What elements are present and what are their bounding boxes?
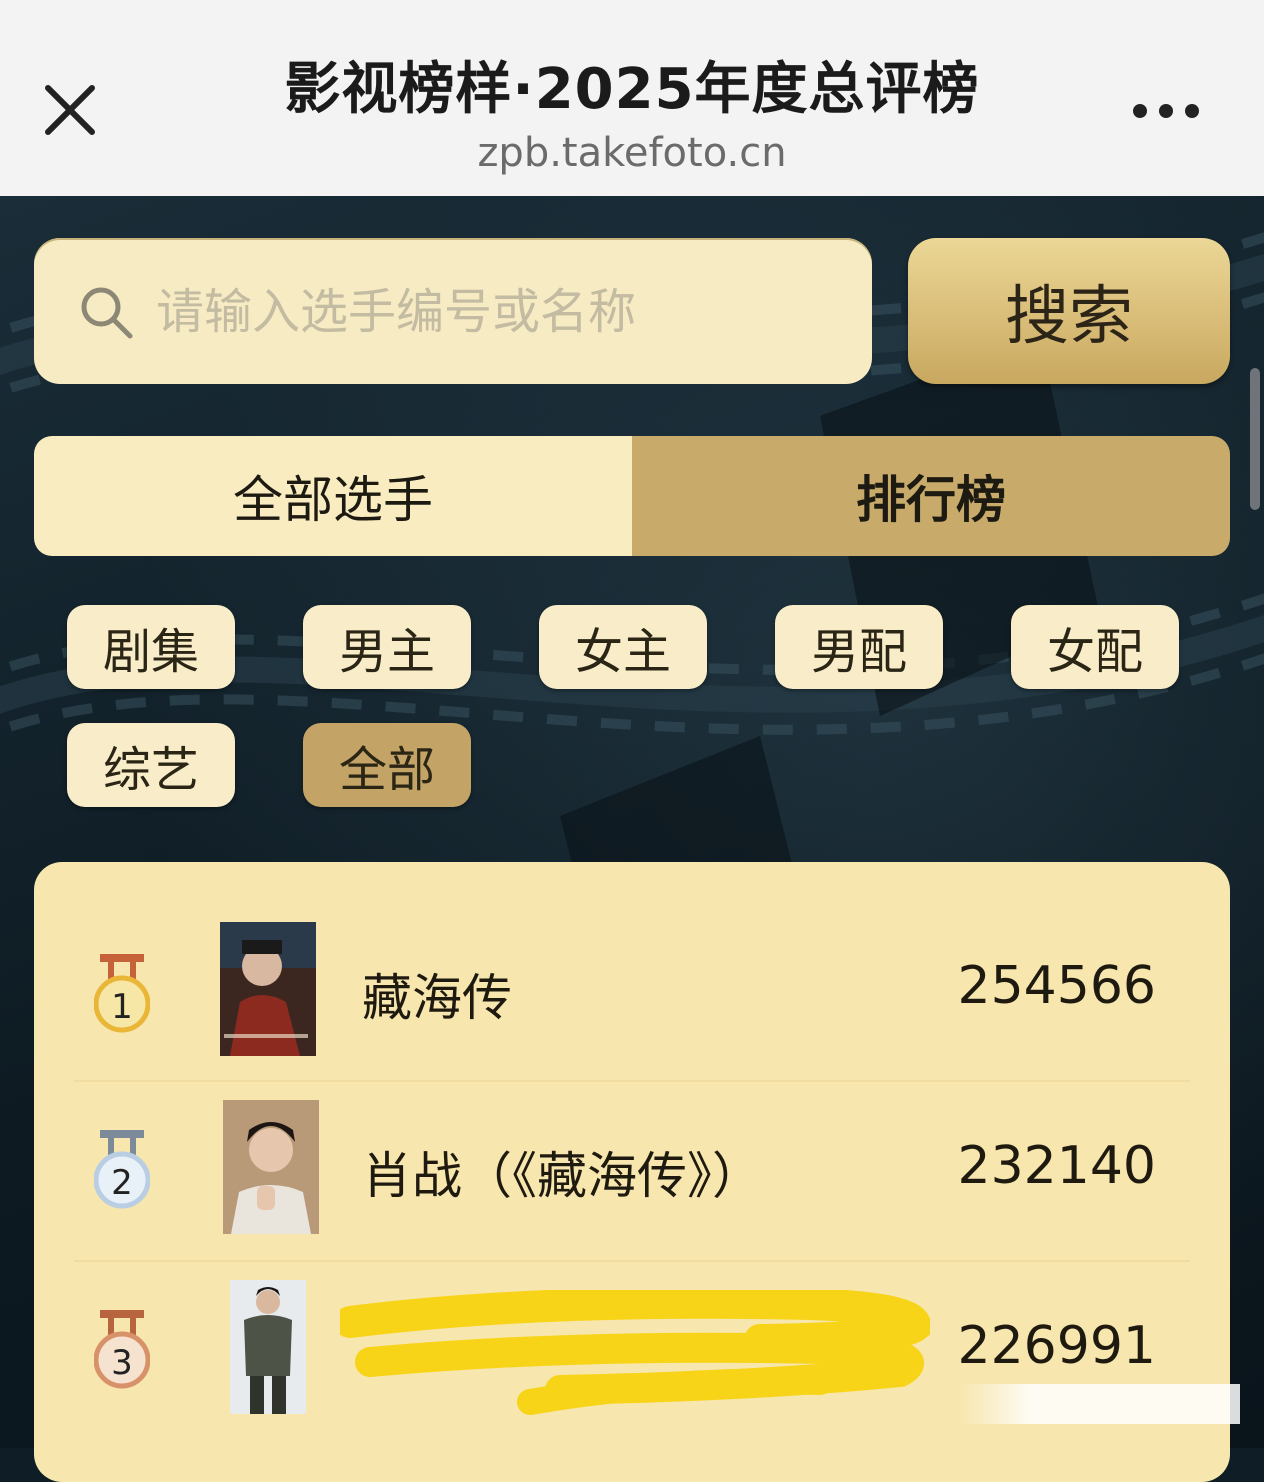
- ranking-row[interactable]: 2 肖战（《藏海传》） 232140: [34, 1082, 1230, 1260]
- category-chip-supporting-actor[interactable]: 男配: [775, 605, 943, 689]
- silver-medal-icon: 2: [94, 1130, 150, 1209]
- category-chip-supporting-actress[interactable]: 女配: [1011, 605, 1179, 689]
- ranking-score: 232140: [957, 1136, 1156, 1196]
- poster-thumbnail[interactable]: [220, 922, 316, 1056]
- portrait-thumbnail[interactable]: [223, 1100, 319, 1234]
- scrollbar[interactable]: [1250, 368, 1260, 510]
- category-chip-variety[interactable]: 综艺: [67, 723, 235, 807]
- ranking-score: 254566: [957, 956, 1156, 1016]
- page-title: 影视榜样·2025年度总评榜: [284, 57, 980, 122]
- medal-rank-number: 3: [111, 1343, 133, 1383]
- portrait-thumbnail[interactable]: [230, 1280, 306, 1414]
- category-chip-lead-actress[interactable]: 女主: [539, 605, 707, 689]
- tab-bar: 全部选手 排行榜: [34, 436, 1230, 556]
- search-box: [34, 238, 872, 384]
- ranking-name: 藏海传: [362, 969, 512, 1027]
- highlighter-scribble: [340, 1290, 930, 1415]
- category-chip-lead-actor[interactable]: 男主: [303, 605, 471, 689]
- search-icon: [81, 287, 133, 339]
- category-chip-all[interactable]: 全部: [303, 723, 471, 807]
- medal-rank-number: 1: [111, 987, 133, 1027]
- search-input[interactable]: [154, 268, 848, 356]
- more-icon[interactable]: [1126, 94, 1206, 128]
- medal-rank-number: 2: [111, 1163, 133, 1203]
- search-button[interactable]: 搜索: [908, 238, 1230, 384]
- gold-medal-icon: 1: [94, 954, 150, 1033]
- ranking-score: 226991: [957, 1316, 1156, 1376]
- watermark: [960, 1384, 1240, 1424]
- ranking-row[interactable]: 1 藏海传 254566: [34, 902, 1230, 1080]
- bronze-medal-icon: 3: [94, 1310, 150, 1389]
- ranking-name: 肖战（《藏海传》）: [362, 1147, 762, 1205]
- tab-ranking[interactable]: 排行榜: [632, 436, 1230, 556]
- category-chip-series[interactable]: 剧集: [67, 605, 235, 689]
- close-icon[interactable]: [40, 80, 100, 140]
- tab-all-contestants[interactable]: 全部选手: [34, 436, 632, 556]
- page-url: zpb.takefoto.cn: [477, 130, 787, 176]
- browser-header: 影视榜样·2025年度总评榜 zpb.takefoto.cn: [0, 0, 1264, 197]
